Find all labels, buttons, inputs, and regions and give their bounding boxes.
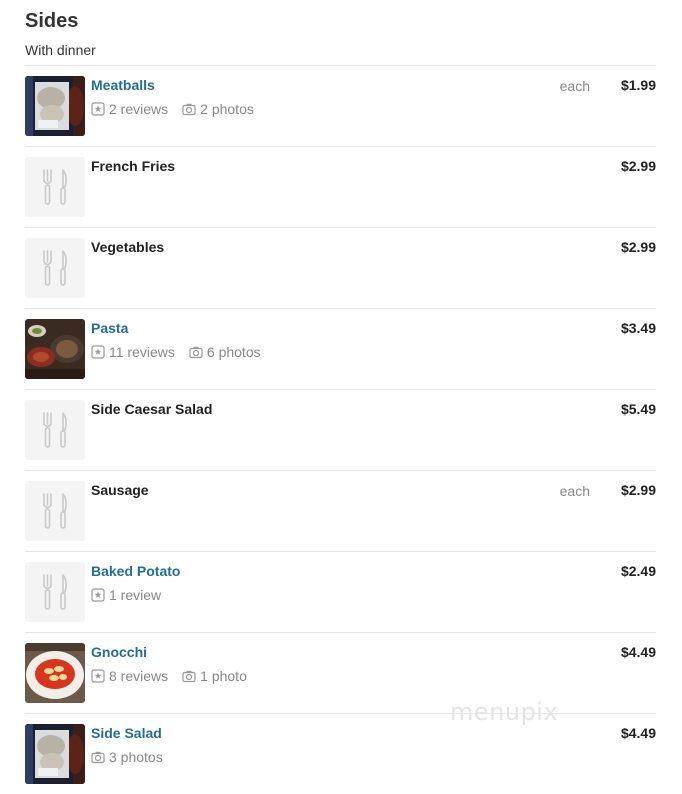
reviews-link[interactable]: 8 reviews bbox=[91, 668, 168, 684]
fork-knife-placeholder-icon bbox=[25, 562, 85, 622]
photos-link[interactable]: 3 photos bbox=[91, 749, 163, 765]
item-meta: 8 reviews 1 photo bbox=[91, 668, 261, 684]
menu-item-pasta[interactable]: Pasta 11 reviews 6 photos $3.49 bbox=[25, 309, 656, 389]
item-name: Sausage bbox=[91, 482, 149, 498]
item-name[interactable]: Meatballs bbox=[91, 77, 155, 93]
photos-count: 1 photo bbox=[200, 668, 247, 684]
menu-item-baked-potato[interactable]: Baked Potato 1 review $2.49 bbox=[25, 552, 656, 632]
fork-knife-placeholder-icon bbox=[25, 238, 85, 298]
reviews-link[interactable]: 1 review bbox=[91, 587, 161, 603]
item-price: $4.49 bbox=[620, 644, 656, 660]
item-price: $2.49 bbox=[620, 563, 656, 579]
photos-link[interactable]: 1 photo bbox=[182, 668, 247, 684]
menu-item-vegetables: Vegetables $2.99 bbox=[25, 228, 656, 308]
item-price: $5.49 bbox=[620, 401, 656, 417]
item-price: $1.99 bbox=[620, 77, 656, 93]
photos-count: 2 photos bbox=[200, 101, 254, 117]
menu-item-side-caesar-salad: Side Caesar Salad $5.49 bbox=[25, 390, 656, 470]
item-meta: 3 photos bbox=[91, 749, 177, 765]
fork-knife-placeholder-icon bbox=[25, 400, 85, 460]
item-name[interactable]: Pasta bbox=[91, 320, 128, 336]
menu-item-meatballs[interactable]: Meatballs 2 reviews 2 photos each $1.99 bbox=[25, 66, 656, 146]
item-name[interactable]: Gnocchi bbox=[91, 644, 147, 660]
section-title: Sides bbox=[25, 10, 79, 32]
item-name: Side Caesar Salad bbox=[91, 401, 213, 417]
item-photo-thumbnail[interactable] bbox=[25, 76, 85, 136]
item-photo-thumbnail[interactable] bbox=[25, 643, 85, 703]
item-name[interactable]: Side Salad bbox=[91, 725, 162, 741]
menu-item-sausage: Sausage each $2.99 bbox=[25, 471, 656, 551]
item-meta: 2 reviews 2 photos bbox=[91, 101, 268, 117]
item-meta: 1 review bbox=[91, 587, 175, 603]
item-price: $4.49 bbox=[620, 725, 656, 741]
menu-item-gnocchi[interactable]: Gnocchi 8 reviews 1 photo $4.49 bbox=[25, 633, 656, 713]
item-name[interactable]: Baked Potato bbox=[91, 563, 180, 579]
item-photo-thumbnail[interactable] bbox=[25, 319, 85, 379]
photos-count: 3 photos bbox=[109, 749, 163, 765]
section-subtitle: With dinner bbox=[25, 42, 96, 58]
camera-icon bbox=[182, 669, 200, 683]
reviews-count: 2 reviews bbox=[109, 101, 169, 117]
item-photo-thumbnail[interactable] bbox=[25, 724, 85, 784]
menu-item-side-salad[interactable]: Side Salad 3 photos $4.49 bbox=[25, 714, 656, 794]
item-name: French Fries bbox=[91, 158, 176, 174]
fork-knife-placeholder-icon bbox=[25, 481, 85, 541]
photos-count: 6 photos bbox=[206, 344, 261, 360]
item-price: $3.49 bbox=[620, 320, 656, 336]
camera-icon bbox=[91, 750, 109, 764]
item-unit: each bbox=[559, 483, 590, 499]
watermark-logo: menupix bbox=[450, 698, 559, 726]
star-icon bbox=[91, 102, 109, 116]
menu-section: Sides With dinner Meatballs 2 reviews 2 ph… bbox=[0, 0, 682, 794]
camera-icon bbox=[182, 102, 200, 116]
item-price: $2.99 bbox=[620, 158, 656, 174]
star-icon bbox=[91, 588, 109, 602]
item-price: $2.99 bbox=[620, 482, 656, 498]
reviews-count: 11 reviews bbox=[109, 344, 175, 360]
photos-link[interactable]: 6 photos bbox=[189, 344, 261, 360]
item-price: $2.99 bbox=[620, 239, 656, 255]
star-icon bbox=[91, 669, 109, 683]
star-icon bbox=[91, 345, 109, 359]
item-unit: each bbox=[559, 78, 590, 94]
camera-icon bbox=[189, 345, 207, 359]
photos-link[interactable]: 2 photos bbox=[182, 101, 254, 117]
item-meta: 11 reviews 6 photos bbox=[91, 344, 275, 360]
menu-item-french-fries: French Fries $2.99 bbox=[25, 147, 656, 227]
fork-knife-placeholder-icon bbox=[25, 157, 85, 217]
item-name: Vegetables bbox=[91, 239, 165, 255]
reviews-link[interactable]: 11 reviews bbox=[91, 344, 175, 360]
reviews-count: 1 review bbox=[109, 587, 162, 603]
reviews-link[interactable]: 2 reviews bbox=[91, 101, 168, 117]
reviews-count: 8 reviews bbox=[109, 668, 169, 684]
